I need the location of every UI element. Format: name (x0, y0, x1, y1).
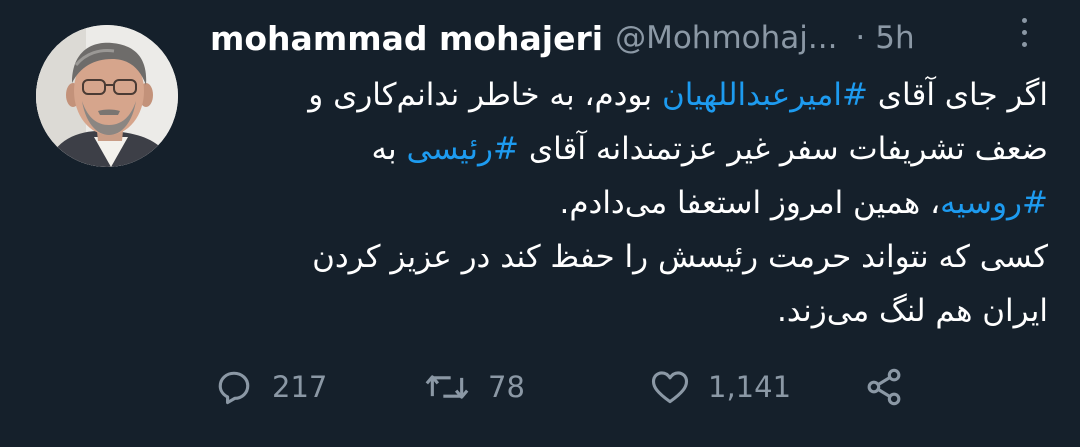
separator-dot: · (855, 20, 866, 56)
tweet-line-3: #روسیه، همین امروز استعفا می‌دادم. (210, 176, 1048, 230)
tweet-line-4: کسی که نتواند حرمت رئیسش را حفظ کند در ع… (312, 239, 1048, 275)
display-name[interactable]: mohammad mohajeri (210, 19, 603, 58)
share-icon (867, 368, 901, 406)
hashtag-link[interactable]: #امیرعبداللهیان (662, 77, 868, 113)
tweet-text: اگر جای آقای #امیرعبداللهیان بودم، به خا… (210, 68, 1048, 338)
tweet-text-segment: بودم، به خاطر ندانم‌کاری و (308, 77, 662, 113)
hashtag-link[interactable]: #رئیسی (407, 131, 519, 167)
tweet-line-5: ایران هم لنگ می‌زند. (777, 293, 1048, 329)
tweet-line-1: اگر جای آقای #امیرعبداللهیان بودم، به خا… (210, 68, 1048, 122)
tweet[interactable]: mohammad mohajeri @Mohmohaj... · 5h اگر … (0, 0, 1080, 447)
reply-button[interactable]: 217 (212, 362, 327, 412)
like-icon (651, 371, 689, 404)
like-button[interactable]: 1,141 (648, 362, 791, 412)
reply-count: 217 (272, 370, 328, 404)
tweet-line-2: ضعف تشریفات سفر غیر عزتمندانه آقای #رئیس… (210, 122, 1048, 176)
tweet-text-segment: اگر جای آقای (867, 77, 1048, 113)
avatar[interactable] (36, 25, 178, 167)
action-bar: 217 78 1,141 (212, 362, 932, 412)
hashtag-link[interactable]: #روسیه (940, 185, 1048, 221)
retweet-count: 78 (488, 370, 525, 404)
more-icon[interactable] (1014, 18, 1034, 58)
reply-icon (218, 371, 250, 405)
retweet-icon (425, 375, 469, 399)
tweet-text-segment: به (371, 131, 407, 167)
timestamp[interactable]: 5h (875, 20, 914, 56)
share-button[interactable] (862, 362, 906, 412)
tweet-text-segment: ، همین امروز استعفا می‌دادم. (559, 185, 941, 221)
user-handle[interactable]: @Mohmohaj... (615, 20, 837, 56)
tweet-header: mohammad mohajeri @Mohmohaj... · 5h (210, 14, 1010, 62)
avatar-image (36, 25, 178, 167)
like-count: 1,141 (708, 370, 792, 404)
retweet-button[interactable]: 78 (422, 362, 525, 412)
tweet-text-segment: ضعف تشریفات سفر غیر عزتمندانه آقای (518, 131, 1048, 167)
